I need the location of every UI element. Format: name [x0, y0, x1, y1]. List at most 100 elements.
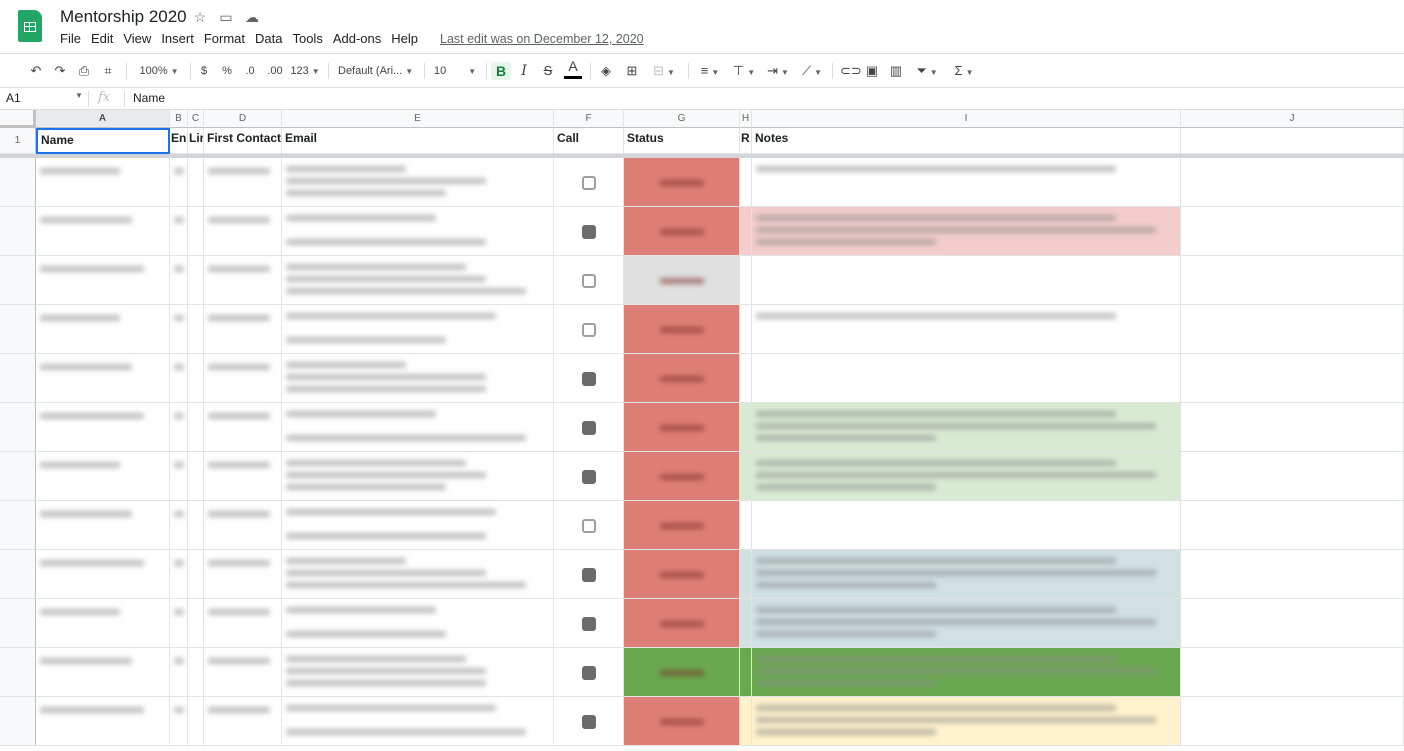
name-box-dropdown-icon[interactable]: ▼	[75, 91, 83, 100]
table-cell[interactable]	[170, 207, 188, 256]
increase-decimal-button[interactable]: .00	[266, 62, 284, 80]
row-header[interactable]	[0, 452, 36, 501]
table-cell[interactable]	[752, 354, 1181, 403]
redo-icon[interactable]: ↷	[52, 62, 68, 80]
menu-help[interactable]: Help	[391, 31, 424, 46]
call-checkbox[interactable]	[582, 519, 596, 533]
table-cell[interactable]	[36, 256, 170, 305]
table-cell[interactable]	[740, 158, 752, 207]
column-header-h[interactable]: H	[740, 110, 752, 128]
strikethrough-button[interactable]: S	[540, 62, 556, 80]
table-cell[interactable]	[170, 256, 188, 305]
table-cell[interactable]	[752, 501, 1181, 550]
text-rotation-icon[interactable]: ⟋ ▼	[798, 62, 826, 80]
document-title[interactable]: Mentorship 2020	[60, 7, 187, 27]
table-cell[interactable]	[204, 158, 282, 207]
select-all-corner[interactable]	[0, 110, 36, 128]
font-size-select[interactable]: 10 ▼	[434, 62, 482, 80]
star-icon[interactable]: ☆	[192, 9, 208, 26]
table-cell[interactable]	[1181, 501, 1404, 550]
table-cell[interactable]	[740, 207, 752, 256]
table-cell[interactable]	[188, 648, 204, 697]
table-cell[interactable]	[1181, 550, 1404, 599]
call-checkbox[interactable]	[582, 274, 596, 288]
call-checkbox[interactable]	[582, 372, 596, 386]
menu-edit[interactable]: Edit	[91, 31, 119, 46]
table-cell[interactable]	[204, 452, 282, 501]
font-select[interactable]: Default (Ari... ▼	[338, 62, 416, 80]
insert-chart-icon[interactable]: ▥	[888, 62, 904, 80]
call-checkbox[interactable]	[582, 176, 596, 190]
table-cell[interactable]	[1181, 599, 1404, 648]
table-cell[interactable]	[170, 158, 188, 207]
table-cell[interactable]	[1181, 207, 1404, 256]
row-header[interactable]	[0, 697, 36, 746]
table-cell[interactable]	[740, 452, 752, 501]
table-cell[interactable]	[1181, 403, 1404, 452]
table-cell[interactable]	[188, 501, 204, 550]
row-header[interactable]	[0, 256, 36, 305]
table-cell[interactable]	[170, 354, 188, 403]
table-cell[interactable]	[1181, 452, 1404, 501]
borders-icon[interactable]: ⊞	[624, 62, 640, 80]
table-cell[interactable]	[740, 403, 752, 452]
table-cell[interactable]	[1181, 256, 1404, 305]
table-cell[interactable]	[36, 158, 170, 207]
row-header[interactable]	[0, 550, 36, 599]
column-header-c[interactable]: C	[188, 110, 204, 128]
text-wrap-icon[interactable]: ⇥ ▼	[764, 62, 792, 80]
call-checkbox[interactable]	[582, 421, 596, 435]
table-cell[interactable]	[204, 550, 282, 599]
table-cell[interactable]	[188, 158, 204, 207]
menu-data[interactable]: Data	[255, 31, 288, 46]
horizontal-align-icon[interactable]: ≡ ▼	[696, 62, 724, 80]
cell-h1[interactable]: R	[740, 128, 752, 154]
table-cell[interactable]	[170, 452, 188, 501]
fill-color-icon[interactable]: ◈	[598, 62, 614, 80]
table-cell[interactable]	[36, 207, 170, 256]
menu-insert[interactable]: Insert	[161, 31, 200, 46]
call-checkbox[interactable]	[582, 323, 596, 337]
sheets-logo-icon[interactable]	[18, 10, 42, 42]
row-header[interactable]	[0, 158, 36, 207]
table-cell[interactable]	[36, 403, 170, 452]
table-cell[interactable]	[1181, 354, 1404, 403]
table-cell[interactable]	[36, 648, 170, 697]
cell-a1[interactable]: Name	[36, 128, 170, 154]
table-cell[interactable]	[170, 648, 188, 697]
call-checkbox[interactable]	[582, 715, 596, 729]
table-cell[interactable]	[188, 599, 204, 648]
row-header[interactable]	[0, 648, 36, 697]
call-checkbox[interactable]	[582, 470, 596, 484]
table-cell[interactable]	[740, 256, 752, 305]
table-cell[interactable]	[188, 256, 204, 305]
table-cell[interactable]	[188, 403, 204, 452]
zoom-select[interactable]: 100% ▼	[134, 62, 184, 80]
table-cell[interactable]	[170, 550, 188, 599]
table-cell[interactable]	[170, 305, 188, 354]
italic-button[interactable]: I	[516, 62, 532, 80]
call-checkbox[interactable]	[582, 225, 596, 239]
table-cell[interactable]	[1181, 158, 1404, 207]
insert-link-icon[interactable]: ⊂⊃	[840, 62, 862, 80]
undo-icon[interactable]: ↶	[28, 62, 44, 80]
table-cell[interactable]	[740, 305, 752, 354]
table-cell[interactable]	[204, 697, 282, 746]
table-cell[interactable]	[36, 501, 170, 550]
decrease-decimal-button[interactable]: .0	[242, 62, 258, 80]
print-icon[interactable]: ⎙	[76, 62, 92, 80]
menu-tools[interactable]: Tools	[292, 31, 328, 46]
column-header-g[interactable]: G	[624, 110, 740, 128]
menu-addons[interactable]: Add-ons	[333, 31, 387, 46]
cell-j1[interactable]	[1181, 128, 1404, 154]
more-formats-button[interactable]: 123 ▼	[290, 62, 320, 80]
call-checkbox[interactable]	[582, 666, 596, 680]
table-cell[interactable]	[204, 256, 282, 305]
table-cell[interactable]	[36, 354, 170, 403]
table-cell[interactable]	[170, 501, 188, 550]
table-cell[interactable]	[740, 599, 752, 648]
column-header-e[interactable]: E	[282, 110, 554, 128]
column-header-f[interactable]: F	[554, 110, 624, 128]
table-cell[interactable]	[1181, 648, 1404, 697]
table-cell[interactable]	[188, 207, 204, 256]
